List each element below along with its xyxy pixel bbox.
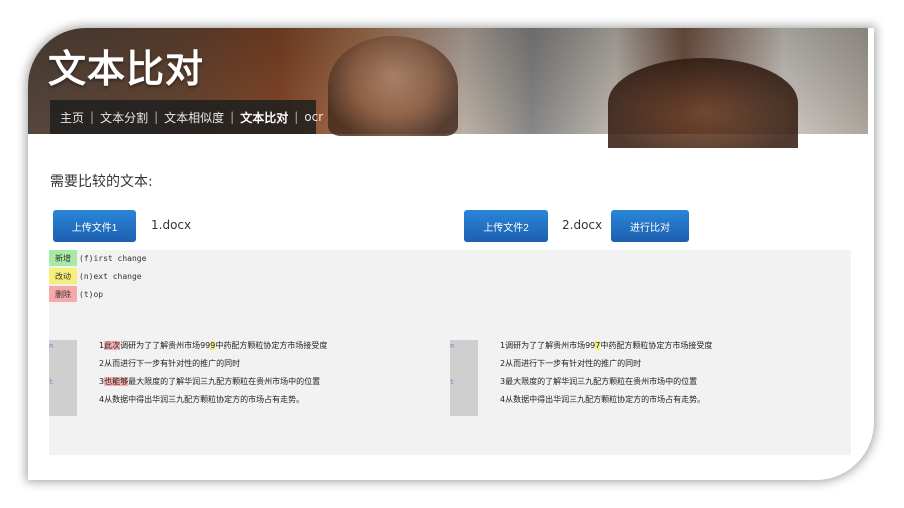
diff-text: 最大限度的了解华润三九配方颗粒在贵州市场中的位置 <box>128 377 321 386</box>
diff-text: 调研为了了解贵州市场99 <box>120 341 211 350</box>
diff-line: 1调研为了了解贵州市场997中药配方颗粒协定方市场接受度 <box>500 340 712 352</box>
legend-added: 新增 (f)irst change <box>49 250 146 266</box>
compare-button[interactable]: 进行比对 <box>611 210 689 242</box>
diff-text: 中药配方颗粒协定方市场接受度 <box>215 341 328 350</box>
nav-item-text-similarity[interactable]: 文本相似度 <box>164 109 224 126</box>
gutter-nav-marker[interactable]: t <box>49 378 53 386</box>
section-title: 需要比较的文本: <box>50 174 153 190</box>
legend-added-tag: 新增 <box>49 250 77 266</box>
gutter-nav-marker[interactable]: n <box>450 342 454 350</box>
diff-view: 新增 (f)irst change 改动 (n)ext change 删除 (t… <box>49 250 851 455</box>
legend-changed-text: (n)ext change <box>79 271 142 281</box>
diff-text: 从而进行下一步有针对性的推广的同时 <box>104 359 241 368</box>
file1-name: 1.docx <box>151 218 192 232</box>
diff-highlight: 此次 <box>104 341 121 350</box>
diff-line: 3也能够最大限度的了解华润三九配方颗粒在贵州市场中的位置 <box>99 376 320 388</box>
diff-text: 中药配方颗粒协定方市场接受度 <box>600 341 713 350</box>
nav-separator: | <box>294 110 299 124</box>
nav-item-text-split[interactable]: 文本分割 <box>100 109 148 126</box>
legend-deleted-tag: 删除 <box>49 286 77 302</box>
nav-separator: | <box>230 110 235 124</box>
header-banner: 文本比对 主页 | 文本分割 | 文本相似度 | 文本比对 | ocr <box>28 28 868 148</box>
nav-separator: | <box>154 110 159 124</box>
gutter-nav-marker[interactable]: t <box>450 378 454 386</box>
diff-line: 2从而进行下一步有针对性的推广的同时 <box>500 358 641 370</box>
page-title: 文本比对 <box>48 47 205 91</box>
diff-text: 最大限度的了解华润三九配方颗粒在贵州市场中的位置 <box>505 377 698 386</box>
diff-line: 4从数据中得出华润三九配方颗粒协定方的市场占有走势。 <box>99 394 304 406</box>
diff-line: 1此次调研为了了解贵州市场999中药配方颗粒协定方市场接受度 <box>99 340 327 352</box>
upload-file1-button[interactable]: 上传文件1 <box>53 210 136 242</box>
diff-line: 3最大限度的了解华润三九配方颗粒在贵州市场中的位置 <box>500 376 697 388</box>
main-card: 文本比对 主页 | 文本分割 | 文本相似度 | 文本比对 | ocr 需要比较… <box>28 28 874 480</box>
nav-item-home[interactable]: 主页 <box>60 109 84 126</box>
gutter-nav-marker[interactable]: n <box>49 342 53 350</box>
upload-file2-button[interactable]: 上传文件2 <box>464 210 548 242</box>
legend-changed: 改动 (n)ext change <box>49 268 142 284</box>
diff-text: 调研为了了解贵州市场99 <box>505 341 596 350</box>
legend-changed-tag: 改动 <box>49 268 77 284</box>
diff-text: 从而进行下一步有针对性的推广的同时 <box>505 359 642 368</box>
diff-highlight: 也能够 <box>104 377 129 386</box>
diff-line: 4从数据中得出华润三九配方颗粒协定方的市场占有走势。 <box>500 394 705 406</box>
diff-text: 从数据中得出华润三九配方颗粒协定方的市场占有走势。 <box>505 395 706 404</box>
diff-text: 从数据中得出华润三九配方颗粒协定方的市场占有走势。 <box>104 395 305 404</box>
diff-line: 2从而进行下一步有针对性的推广的同时 <box>99 358 240 370</box>
legend-deleted: 删除 (t)op <box>49 286 103 302</box>
legend-deleted-text: (t)op <box>79 289 104 299</box>
right-diff-pane: n t 1调研为了了解贵州市场997中药配方颗粒协定方市场接受度 2从而进行下一步有针… <box>450 340 840 416</box>
nav-separator: | <box>90 110 95 124</box>
nav-item-ocr[interactable]: ocr <box>304 110 323 124</box>
nav-item-text-compare[interactable]: 文本比对 <box>240 109 288 126</box>
legend-added-text: (f)irst change <box>79 253 147 263</box>
top-nav: 主页 | 文本分割 | 文本相似度 | 文本比对 | ocr <box>50 100 323 134</box>
file2-name: 2.docx <box>562 218 603 232</box>
left-diff-pane: n t 1此次调研为了了解贵州市场999中药配方颗粒协定方市场接受度 2从而进行下一步… <box>49 340 439 416</box>
